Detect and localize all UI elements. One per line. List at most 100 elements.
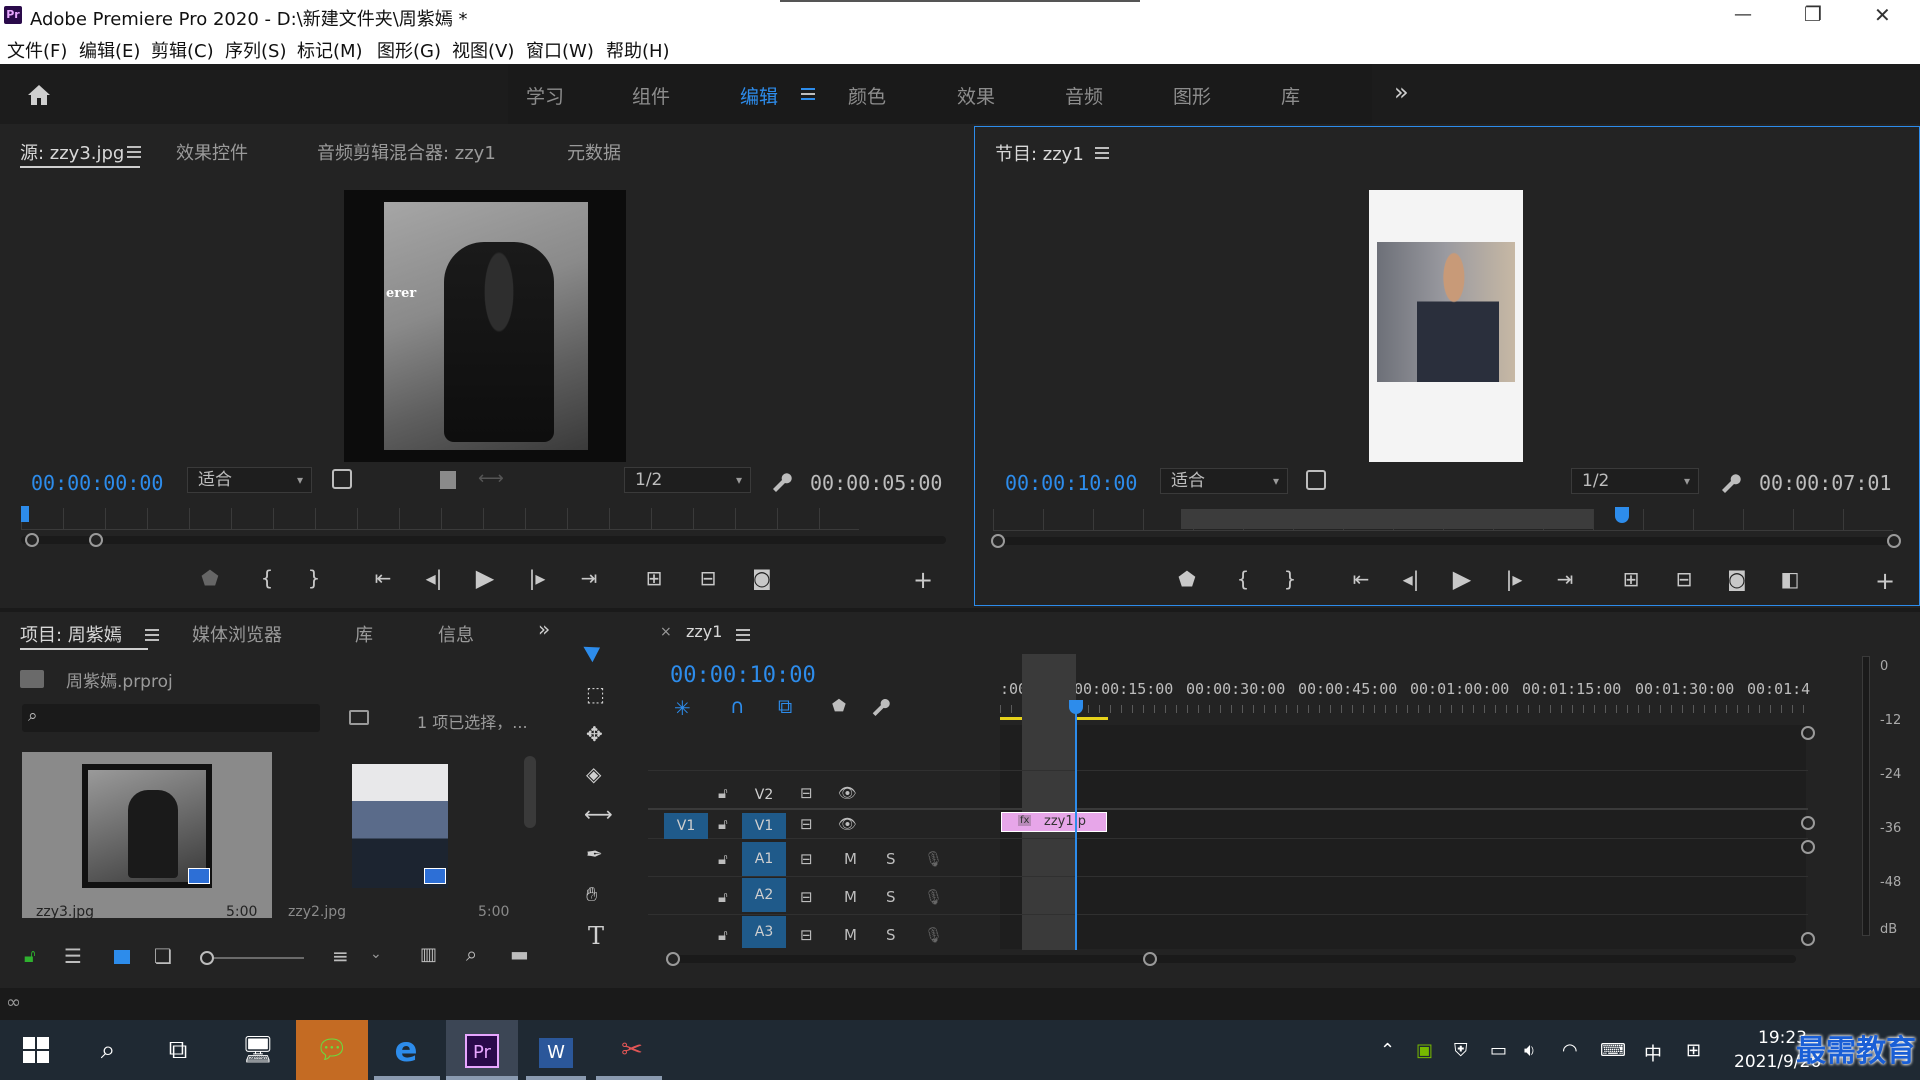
new-search-bin-icon[interactable] [349, 710, 369, 725]
v-scroll-handle[interactable] [1801, 726, 1815, 740]
sort-icon[interactable]: ≡ [332, 944, 349, 968]
play-icon[interactable]: ▶ [470, 564, 500, 592]
workspace-menu-icon[interactable] [801, 88, 815, 100]
add-marker-icon[interactable]: ⬟ [832, 696, 846, 715]
track-label[interactable]: V1 [742, 813, 786, 839]
find-icon[interactable]: ⌕ [466, 942, 477, 966]
menu-help[interactable]: 帮助(H) [606, 37, 670, 63]
nvidia-icon[interactable]: ▣ [1416, 1040, 1433, 1061]
workspace-tab-effects[interactable]: 效果 [957, 82, 995, 109]
ime-indicator[interactable]: 中 [1644, 1040, 1662, 1066]
eye-icon[interactable]: 👁︎ [838, 815, 857, 833]
ripple-edit-tool-icon[interactable]: ✥ [586, 722, 603, 746]
mute-button[interactable]: M [844, 888, 857, 906]
sync-lock-icon[interactable]: ⊟ [800, 926, 813, 944]
step-forward-icon[interactable]: |▸ [1499, 567, 1529, 591]
workspace-more-icon[interactable]: » [1394, 78, 1409, 106]
solo-button[interactable]: S [886, 850, 896, 868]
tab-audio-clip-mixer[interactable]: 音频剪辑混合器: zzy1 [317, 139, 496, 165]
project-scrollbar[interactable] [524, 756, 536, 828]
icon-view-icon[interactable] [114, 950, 130, 964]
tab-sequence[interactable]: zzy1 [686, 622, 722, 641]
wifi-icon[interactable]: ◠ [1562, 1040, 1578, 1061]
step-back-icon[interactable]: ◂| [419, 566, 449, 590]
workspace-tab-color[interactable]: 颜色 [848, 82, 886, 109]
project-item-card[interactable]: zzy2.jpg 5:00 [278, 752, 528, 920]
timeline-clip[interactable]: fx zzy1.p [1001, 812, 1107, 832]
automate-to-sequence-icon[interactable]: ▥ [420, 944, 437, 965]
snipping-tool-icon[interactable]: ✂ [612, 1030, 652, 1070]
creative-cloud-icon[interactable]: ∞ [6, 992, 21, 1013]
snap-icon[interactable]: ∩ [730, 694, 745, 718]
lock-icon[interactable]: 🔓︎ [718, 815, 728, 833]
home-icon[interactable] [26, 83, 52, 107]
program-fit-dropdown[interactable]: 适合 ▾ [1160, 468, 1288, 494]
mark-in-icon[interactable]: { [252, 566, 282, 590]
program-panel-menu-icon[interactable] [1095, 147, 1109, 159]
internet-explorer-icon[interactable]: e [386, 1030, 426, 1070]
tab-effect-controls[interactable]: 效果控件 [176, 139, 248, 165]
track-label[interactable]: A2 [742, 878, 786, 912]
security-icon[interactable]: ⛨ [1454, 1040, 1468, 1061]
menu-window[interactable]: 窗口(W) [526, 37, 594, 63]
go-to-in-icon[interactable]: ⇤ [368, 566, 398, 590]
tab-info[interactable]: 信息 [438, 621, 474, 647]
solo-button[interactable]: S [886, 926, 896, 944]
program-zoom-bar[interactable] [997, 537, 1897, 545]
mark-in-icon[interactable]: { [1228, 567, 1258, 591]
extract-icon[interactable]: ⊟ [1669, 567, 1699, 591]
source-current-timecode[interactable]: 00:00:00:00 [31, 471, 163, 495]
program-wrench-icon[interactable] [1719, 471, 1741, 493]
overwrite-icon[interactable]: ⊟ [693, 566, 723, 590]
add-marker-icon[interactable]: ⬟ [195, 566, 225, 590]
sync-lock-icon[interactable]: ⊟ [800, 784, 813, 802]
maximize-button[interactable]: ❐ [1804, 2, 1822, 26]
lock-icon[interactable]: 🔓︎ [718, 850, 728, 868]
microphone-icon[interactable]: 🎙︎ [924, 888, 943, 906]
tab-metadata[interactable]: 元数据 [567, 139, 621, 165]
computer-icon[interactable]: 🖥︎ [238, 1030, 278, 1070]
workspace-tab-learning[interactable]: 学习 [526, 82, 564, 109]
track-label[interactable]: A3 [742, 916, 786, 948]
menu-clip[interactable]: 剪辑(C) [151, 37, 214, 63]
word-icon[interactable]: W [536, 1030, 576, 1070]
workspace-tab-assembly[interactable]: 组件 [632, 82, 670, 109]
tab-source[interactable]: 源: zzy3.jpg [20, 139, 124, 165]
export-frame-icon[interactable]: ◙ [747, 566, 777, 590]
play-icon[interactable]: ▶ [1447, 565, 1477, 593]
menu-file[interactable]: 文件(F) [7, 37, 67, 63]
program-zoom-handle-left[interactable] [991, 534, 1005, 548]
menu-graphics[interactable]: 图形(G) [377, 37, 441, 63]
close-sequence-icon[interactable]: × [660, 624, 672, 640]
workspace-tab-libraries[interactable]: 库 [1281, 82, 1300, 109]
workspace-tab-audio[interactable]: 音频 [1065, 82, 1103, 109]
source-resolution-dropdown[interactable]: 1/2 ▾ [624, 467, 751, 493]
v-scroll-handle[interactable] [1801, 816, 1815, 830]
sync-lock-icon[interactable]: ⊟ [800, 888, 813, 906]
tray-overflow-icon[interactable]: ⌃ [1380, 1040, 1395, 1061]
source-drag-video-icon[interactable] [440, 471, 456, 489]
go-to-out-icon[interactable]: ⇥ [1550, 567, 1580, 591]
type-tool-icon[interactable]: T [588, 922, 604, 950]
premiere-taskbar-icon[interactable]: Pr [446, 1020, 518, 1080]
timeline-zoom-handle-left[interactable] [666, 952, 680, 966]
project-panel-menu-icon[interactable] [145, 629, 159, 641]
lock-icon[interactable]: 🔓︎ [718, 784, 728, 802]
add-marker-icon[interactable]: ⬟ [1172, 567, 1202, 591]
go-to-out-icon[interactable]: ⇥ [574, 566, 604, 590]
menu-markers[interactable]: 标记(M) [297, 37, 363, 63]
solo-button[interactable]: S [886, 888, 896, 906]
linked-selection-icon[interactable]: ⧉ [778, 694, 792, 718]
freeform-view-icon[interactable]: ❏ [154, 944, 172, 968]
project-item-card[interactable]: zzy3.jpg 5:00 [22, 752, 272, 920]
zoom-slider[interactable] [206, 957, 304, 959]
slip-tool-icon[interactable]: ⟷ [584, 802, 613, 826]
windows-start-icon[interactable] [16, 1030, 56, 1070]
pen-tool-icon[interactable]: ✒ [586, 842, 603, 866]
lock-icon[interactable]: 🔓︎ [24, 946, 36, 967]
program-playhead[interactable] [1615, 507, 1629, 523]
track-select-tool-icon[interactable]: ⬚ [586, 682, 605, 706]
lock-icon[interactable]: 🔓︎ [718, 926, 728, 944]
search-icon[interactable]: ⌕ [88, 1030, 128, 1070]
mute-button[interactable]: M [844, 926, 857, 944]
